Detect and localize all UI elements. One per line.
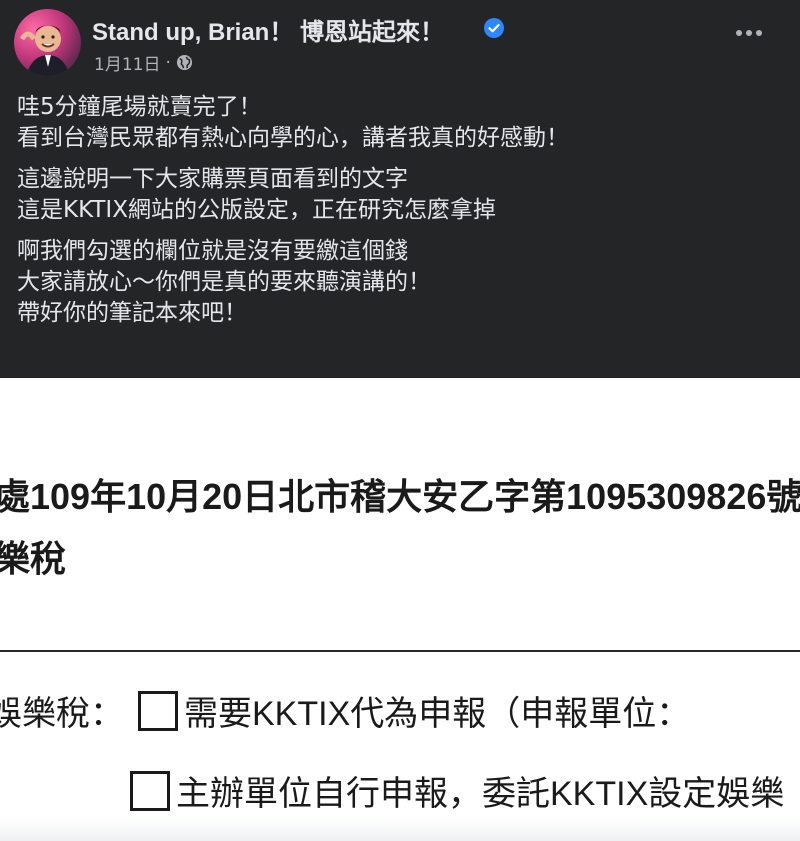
kktix-declare-checkbox[interactable]	[138, 690, 178, 731]
facebook-post: Stand up, Brian！ 博恩站起來！ 1月11日 · 哇5分鐘尾場就賣…	[0, 0, 800, 378]
page-name[interactable]: Stand up, Brian！ 博恩站起來！	[92, 12, 444, 47]
entertainment-tax-row: 娛樂稅： 需要KKTIX代為申報（申報單位：	[0, 686, 690, 735]
more-options-icon[interactable]	[736, 30, 762, 36]
bottom-shade	[0, 819, 800, 841]
post-date[interactable]: 1月11日	[94, 50, 160, 75]
post-line: 看到台灣民眾都有熱心向學的心，講者我真的好感動！	[17, 125, 569, 151]
option-kktix-declare-label: 需要KKTIX代為申報（申報單位：	[184, 695, 691, 733]
post-line: 大家請放心～你們是真的要來聽演講的！	[17, 269, 431, 295]
globe-icon[interactable]	[176, 54, 193, 71]
post-line: 哇5分鐘尾場就賣完了！	[17, 94, 262, 120]
post-line: 這邊說明一下大家購票頁面看到的文字	[17, 166, 408, 192]
permit-text-line: 處109年10月20日北市稽大安乙字第1095309826號	[0, 476, 800, 517]
organizer-declare-row: 主辦單位自行申報，委託KKTIX設定娛樂	[130, 766, 784, 815]
permit-text-line: 樂稅	[0, 538, 67, 579]
post-line: 帶好你的筆記本來吧！	[17, 300, 247, 326]
tax-label: 娛樂稅：	[0, 695, 124, 733]
post-paragraph: 啊我們勾選的欄位就是沒有要繳這個錢 大家請放心～你們是真的要來聽演講的！ 帶好你…	[17, 236, 787, 329]
meta-separator: ·	[165, 52, 171, 73]
post-line: 這是KKTIX網站的公版設定，正在研究怎麼拿掉	[17, 197, 496, 223]
option-organizer-declare-label: 主辦單位自行申報，委託KKTIX設定娛樂	[176, 775, 785, 813]
post-paragraph: 這邊說明一下大家購票頁面看到的文字 這是KKTIX網站的公版設定，正在研究怎麼拿…	[17, 164, 787, 226]
post-line: 啊我們勾選的欄位就是沒有要繳這個錢	[17, 238, 408, 264]
ticket-page-screenshot: 處109年10月20日北市稽大安乙字第1095309826號 樂稅 娛樂稅： 需…	[0, 378, 800, 841]
organizer-declare-checkbox[interactable]	[130, 770, 170, 811]
page-avatar[interactable]	[14, 9, 81, 76]
post-body: 哇5分鐘尾場就賣完了！ 看到台灣民眾都有熱心向學的心，講者我真的好感動！ 這邊說…	[17, 92, 787, 339]
post-meta: 1月11日 ·	[94, 50, 193, 75]
divider	[0, 650, 800, 652]
avatar-image	[19, 25, 70, 76]
post-paragraph: 哇5分鐘尾場就賣完了！ 看到台灣民眾都有熱心向學的心，講者我真的好感動！	[17, 92, 787, 154]
verified-badge-icon	[484, 18, 504, 38]
